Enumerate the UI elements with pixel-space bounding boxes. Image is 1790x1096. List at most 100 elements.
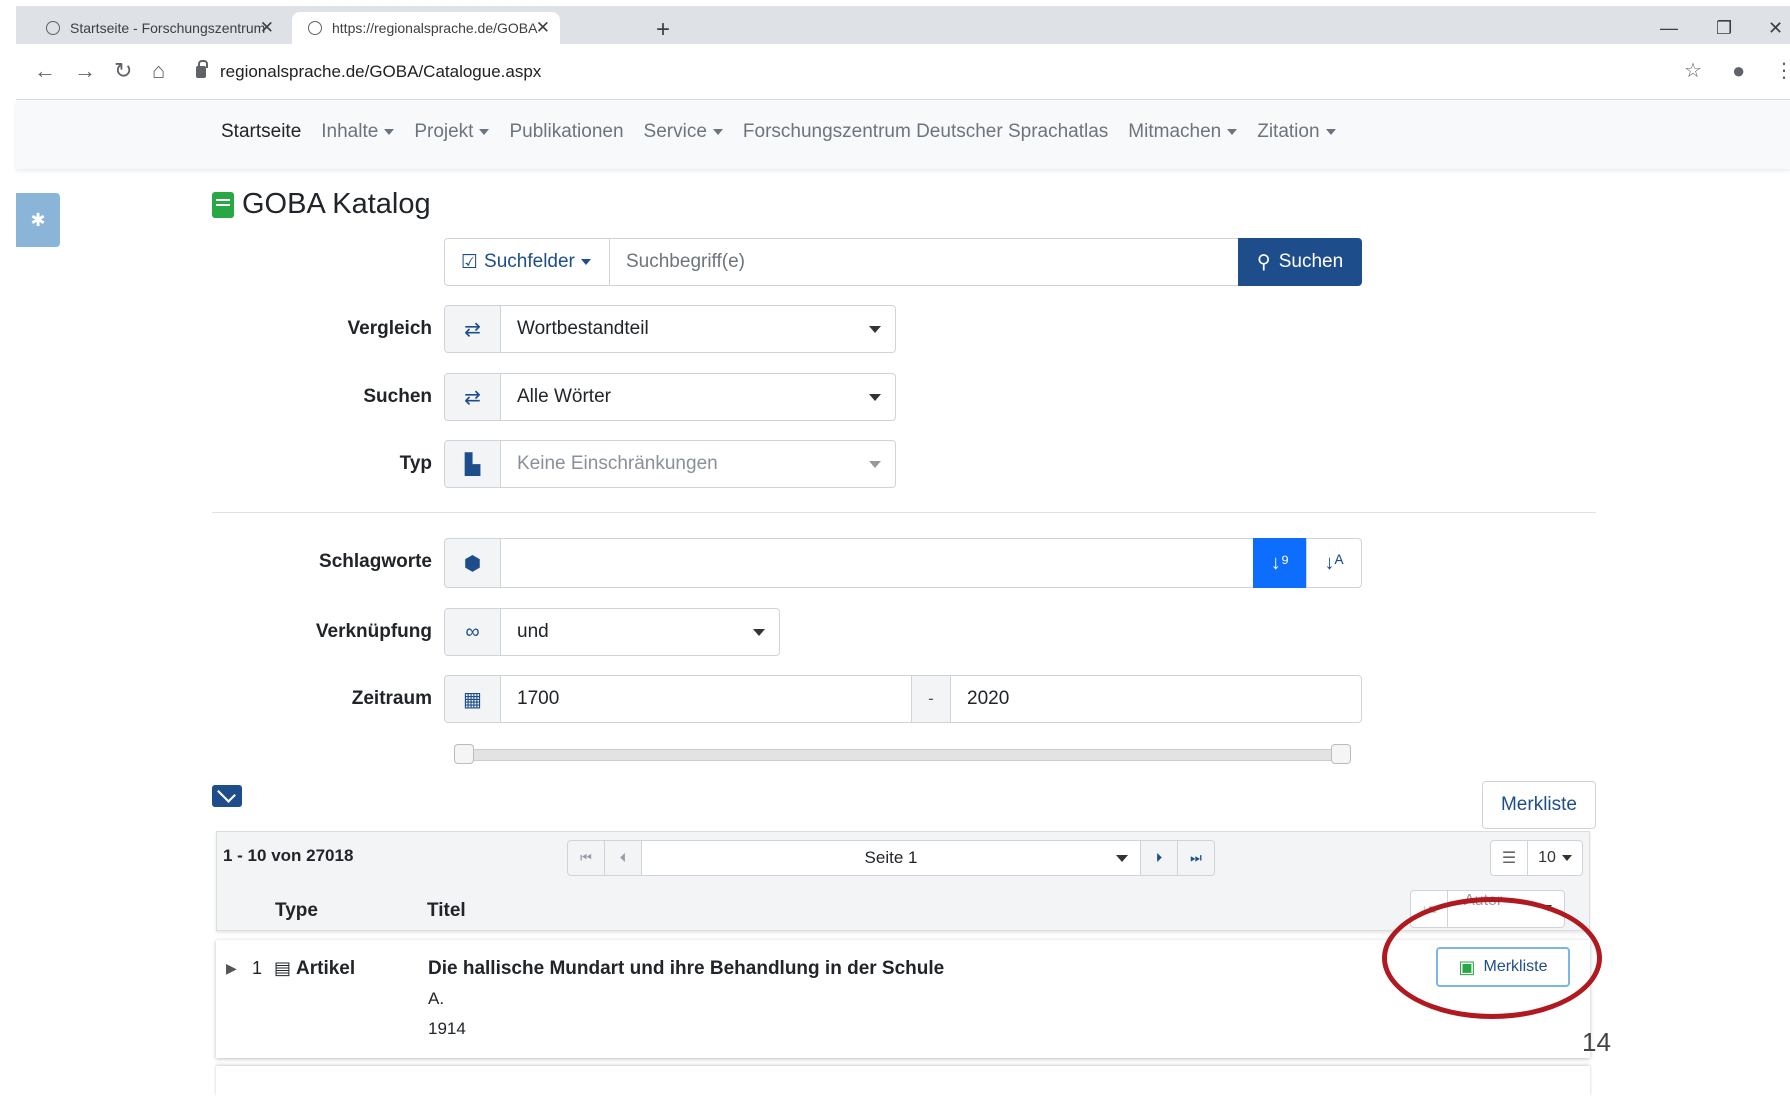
search-fields-dropdown[interactable]: ☑ Suchfelder xyxy=(444,238,610,286)
restore-icon[interactable]: ❐ xyxy=(1716,18,1732,39)
close-tab-icon[interactable]: ✕ xyxy=(260,18,274,38)
zeitraum-from-input[interactable]: 1700 xyxy=(500,675,912,723)
divider xyxy=(212,512,1596,513)
vergleich-select[interactable]: Wortbestandteil xyxy=(500,305,896,353)
suchen-value: Alle Wörter xyxy=(517,386,611,407)
checkbox-icon: ☑ xyxy=(461,251,479,273)
schlagworte-label: Schlagworte xyxy=(319,551,432,572)
nav-item-label: Projekt xyxy=(414,121,474,142)
profile-icon[interactable]: ● xyxy=(1732,58,1745,84)
search-button[interactable]: ⚲ Suchen xyxy=(1238,238,1362,286)
column-type: Type xyxy=(275,900,318,921)
zeitraum-to-input[interactable]: 2020 xyxy=(950,675,1362,723)
typ-select[interactable]: Keine Einschränkungen xyxy=(500,440,896,488)
last-page-icon[interactable]: ⏭ xyxy=(1177,840,1215,876)
sort-numeric-icon[interactable]: ↓⁹ xyxy=(1253,538,1307,588)
gear-icon: ✱ xyxy=(30,209,46,230)
results-header-panel: 1 - 10 von 27018 ⏮ ⏴ Seite 1 ⏵ ⏭ ☰ 10 Ty… xyxy=(216,831,1590,931)
slider-handle-max[interactable] xyxy=(1331,744,1351,764)
page-title: GOBA Katalog xyxy=(242,188,431,220)
page-size-select[interactable]: 10 xyxy=(1527,840,1583,876)
nav-item-publikationen[interactable]: Publikationen xyxy=(509,121,623,143)
next-page-icon[interactable]: ⏵ xyxy=(1140,840,1178,876)
nav-item-inhalte[interactable]: Inhalte xyxy=(321,121,395,143)
chevron-down-icon xyxy=(1227,128,1238,135)
browser-tab-bar: Startseite - Forschungszentrum D ✕ https… xyxy=(16,6,1790,44)
vergleich-label: Vergleich xyxy=(347,318,433,339)
suchen-select[interactable]: Alle Wörter xyxy=(500,373,896,421)
nav-item-label: Inhalte xyxy=(321,121,379,142)
chevron-down-icon xyxy=(753,629,765,636)
scroll-icon: ▙ xyxy=(444,440,501,488)
nav-item-service[interactable]: Service xyxy=(644,121,723,143)
nav-item-zitation[interactable]: Zitation xyxy=(1257,121,1336,143)
browser-tab-2[interactable]: https://regionalsprache.de/GOBA ✕ xyxy=(292,12,560,44)
calendar-icon: ▦ xyxy=(444,675,501,723)
range-separator: - xyxy=(911,675,951,723)
year-range-slider[interactable] xyxy=(456,749,1346,761)
minimize-icon[interactable]: — xyxy=(1660,18,1678,39)
result-year: 1914 xyxy=(428,1019,466,1038)
swap-icon: ⇄ xyxy=(444,305,501,353)
verknuepfung-value: und xyxy=(517,621,549,642)
first-page-icon[interactable]: ⏮ xyxy=(567,840,605,876)
result-row-partial xyxy=(216,1066,1590,1096)
back-icon[interactable]: ← xyxy=(34,58,56,84)
lock-icon xyxy=(196,60,208,78)
results-range: 1 - 10 von 27018 xyxy=(223,846,354,865)
nav-item-label: Startseite xyxy=(221,121,302,142)
tab-title: https://regionalsprache.de/GOBA xyxy=(332,20,538,36)
result-title[interactable]: Die hallische Mundart und ihre Behandlun… xyxy=(428,958,944,980)
expand-triangle-icon[interactable]: ▶ xyxy=(226,960,237,977)
sort-alpha-icon[interactable]: ↓ᴬ xyxy=(1306,538,1362,588)
nav-item-label: Publikationen xyxy=(509,121,624,142)
chevron-down-icon xyxy=(712,128,723,135)
book-icon xyxy=(212,191,234,218)
address-bar: ← → ↻ ⌂ regionalsprache.de/GOBA/Catalogu… xyxy=(16,44,1790,100)
globe-icon xyxy=(308,21,322,35)
nav-item-projekt[interactable]: Projekt xyxy=(414,121,490,143)
reload-icon[interactable]: ↻ xyxy=(114,58,132,84)
url-field[interactable]: regionalsprache.de/GOBA/Catalogue.aspx xyxy=(196,52,1696,92)
new-tab-button[interactable]: + xyxy=(656,16,670,44)
column-title[interactable]: Titel xyxy=(427,900,466,922)
result-author: A. xyxy=(428,989,445,1008)
bookmark-star-icon[interactable]: ☆ xyxy=(1684,58,1702,83)
chevron-down-icon xyxy=(580,259,591,265)
page-size-value: 10 xyxy=(1538,849,1556,866)
nav-item-mitmachen[interactable]: Mitmachen xyxy=(1128,121,1238,143)
site-navbar: Startseite Inhalte Projekt Publikationen Ser… xyxy=(16,101,1790,169)
envelope-icon[interactable] xyxy=(212,785,242,807)
chevron-down-icon xyxy=(869,394,881,401)
settings-gear-button[interactable]: ✱ xyxy=(16,193,60,247)
slider-handle-min[interactable] xyxy=(454,744,474,764)
close-tab-icon[interactable]: ✕ xyxy=(536,18,550,38)
list-icon[interactable]: ☰ xyxy=(1490,840,1528,876)
prev-page-icon[interactable]: ⏴ xyxy=(604,840,642,876)
globe-icon xyxy=(46,21,60,35)
search-fields-label: Suchfelder xyxy=(484,251,575,272)
search-input[interactable]: Suchbegriff(e) xyxy=(609,238,1239,286)
verknuepfung-select[interactable]: und xyxy=(500,608,780,656)
link-icon: ∞ xyxy=(444,608,501,656)
home-icon[interactable]: ⌂ xyxy=(152,58,165,84)
close-window-icon[interactable]: ✕ xyxy=(1768,18,1783,39)
browser-tab-1[interactable]: Startseite - Forschungszentrum D ✕ xyxy=(30,12,284,44)
page-select[interactable]: Seite 1 xyxy=(641,840,1141,876)
chevron-down-icon xyxy=(869,461,881,468)
chevron-down-icon xyxy=(1116,855,1128,862)
chevron-down-icon xyxy=(869,326,881,333)
merkliste-button[interactable]: Merkliste xyxy=(1482,781,1596,829)
page-select-value: Seite 1 xyxy=(864,848,918,867)
nav-item-startseite[interactable]: Startseite xyxy=(221,121,301,143)
slide-number: 14 xyxy=(1582,1027,1611,1057)
verknuepfung-label: Verknüpfung xyxy=(315,621,432,642)
menu-kebab-icon[interactable]: ⋮ xyxy=(1774,58,1790,83)
forward-icon[interactable]: → xyxy=(74,58,96,84)
schlagworte-input[interactable] xyxy=(500,538,1254,588)
vergleich-value: Wortbestandteil xyxy=(517,318,649,339)
tags-icon: ⬢ xyxy=(444,538,501,588)
nav-item-forschungszentrum-deutscher-sprachatlas[interactable]: Forschungszentrum Deutscher Sprachatlas xyxy=(743,121,1108,143)
annotation-circle xyxy=(1382,897,1602,1019)
chevron-down-icon xyxy=(479,128,490,135)
